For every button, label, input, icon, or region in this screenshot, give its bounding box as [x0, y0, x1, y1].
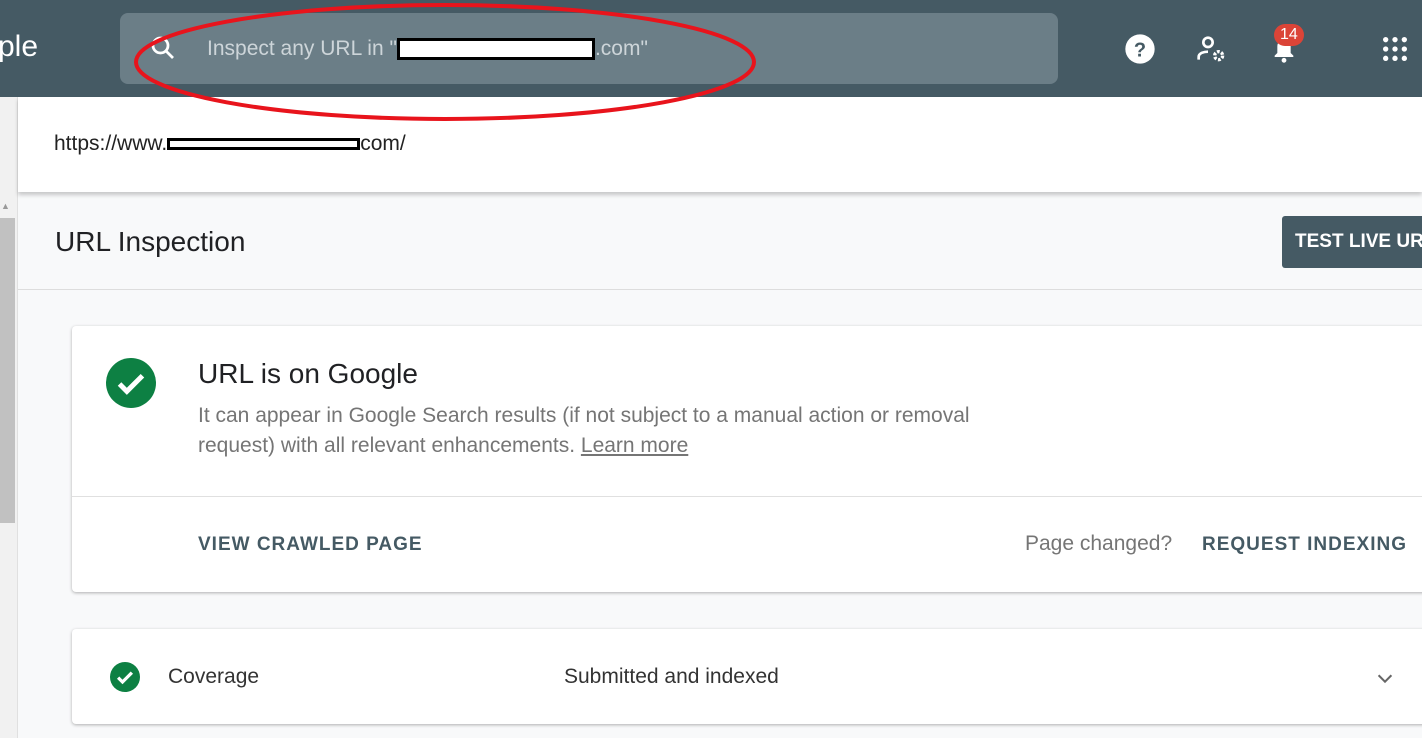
coverage-row[interactable]: Coverage Submitted and indexed [72, 629, 1422, 724]
product-logo[interactable]: ple [0, 30, 38, 64]
scrollbar-thumb[interactable] [0, 218, 15, 523]
search-icon [151, 36, 174, 59]
test-live-url-button[interactable]: TEST LIVE URL [1282, 216, 1422, 268]
page-title: URL Inspection [55, 226, 246, 257]
redaction [396, 38, 595, 61]
page-changed-label: Page changed? [1025, 532, 1173, 555]
check-circle-icon [110, 662, 140, 692]
inspected-url-bar: https://www. com/ [18, 97, 1422, 192]
scroll-up-arrow[interactable]: ▲ [1, 201, 10, 211]
view-crawled-page-button[interactable]: VIEW CRAWLED PAGE [198, 534, 423, 556]
chevron-down-icon[interactable] [1374, 667, 1396, 689]
svg-text:?: ? [1134, 39, 1146, 61]
learn-more-link[interactable]: Learn more [581, 434, 688, 457]
redaction [167, 138, 361, 151]
notification-badge: 14 [1274, 24, 1304, 46]
card-divider [72, 496, 1422, 497]
status-description: It can appear in Google Search results (… [198, 404, 970, 457]
search-placeholder: Inspect any URL in " .com" [207, 37, 648, 61]
url-inspect-search[interactable]: Inspect any URL in " .com" [120, 13, 1058, 84]
inspected-url: https://www. com/ [54, 132, 406, 155]
coverage-label: Coverage [168, 665, 260, 688]
coverage-value: Submitted and indexed [564, 665, 779, 688]
apps-grid-icon[interactable] [1379, 33, 1411, 65]
status-title: URL is on Google [198, 358, 418, 389]
index-status-card: URL is on Google It can appear in Google… [72, 326, 1422, 592]
divider [18, 289, 1422, 290]
top-app-bar: ple Inspect any URL in " .com" ? 14 [0, 0, 1422, 97]
manage-users-icon[interactable] [1196, 33, 1228, 65]
request-indexing-button[interactable]: REQUEST INDEXING [1202, 534, 1407, 556]
help-icon[interactable]: ? [1124, 33, 1156, 65]
check-circle-icon [106, 358, 156, 408]
